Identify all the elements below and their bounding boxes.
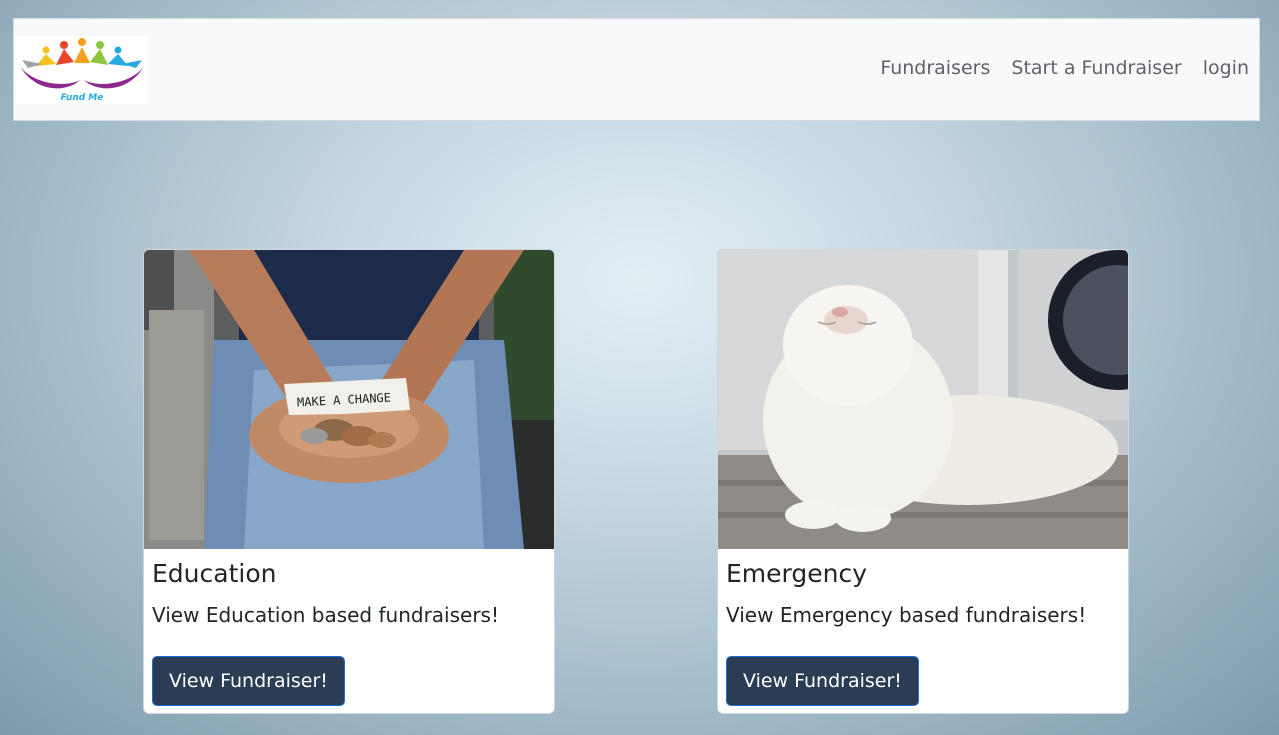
education-card: MAKE A CHANGE Education View Education b… <box>143 249 555 714</box>
emergency-card: Emergency View Emergency based fundraise… <box>717 249 1129 714</box>
emergency-card-image <box>718 250 1128 549</box>
education-card-image: MAKE A CHANGE <box>144 250 554 549</box>
card-title-emergency: Emergency <box>726 559 868 588</box>
fund-me-logo[interactable]: Fund Me <box>16 36 148 104</box>
card-title-education: Education <box>152 559 277 588</box>
nav-start-fundraiser-link[interactable]: Start a Fundraiser <box>1011 57 1181 79</box>
view-fundraiser-education-button[interactable]: View Fundraiser! <box>152 656 345 706</box>
nav-links: Fundraisers Start a Fundraiser login <box>880 57 1249 79</box>
logo-text: Fund Me <box>61 93 104 103</box>
card-text-emergency: View Emergency based fundraisers! <box>726 603 1087 627</box>
view-fundraiser-emergency-button[interactable]: View Fundraiser! <box>726 656 919 706</box>
nav-login-link[interactable]: login <box>1203 57 1249 79</box>
nav-fundraisers-link[interactable]: Fundraisers <box>880 57 990 79</box>
navbar: Fund Me Fundraisers Start a Fundraiser l… <box>13 18 1260 121</box>
card-text-education: View Education based fundraisers! <box>152 603 499 627</box>
